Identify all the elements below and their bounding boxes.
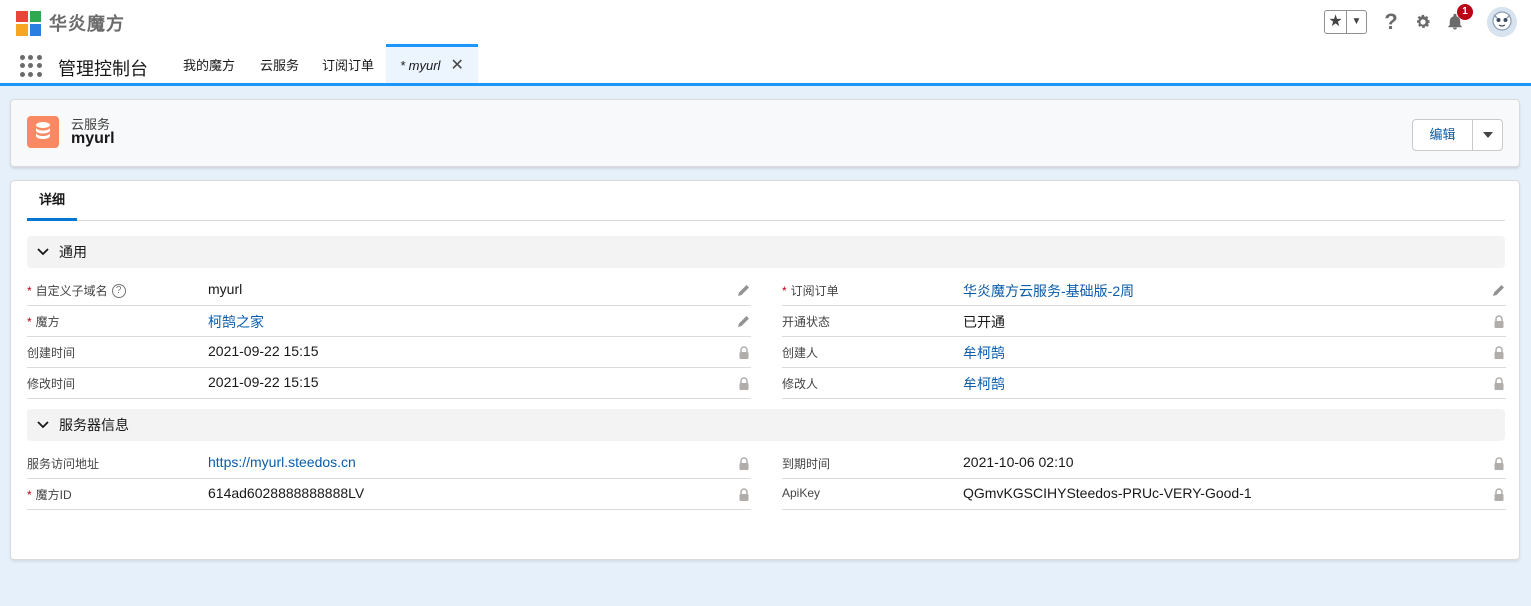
- logo-mark: [16, 10, 41, 36]
- tab-cloud-service[interactable]: 云服务: [260, 44, 299, 83]
- tab-detail[interactable]: 详细: [27, 181, 78, 221]
- field-label-text: 魔方ID: [35, 488, 72, 502]
- field-label: 创建时间: [27, 346, 76, 360]
- required-marker: *: [782, 283, 787, 298]
- avatar[interactable]: [1487, 7, 1517, 37]
- field-label: ApiKey: [782, 486, 821, 500]
- bell-icon[interactable]: 1: [1445, 4, 1473, 34]
- record-header: 云服务 myurl 编辑: [10, 99, 1520, 167]
- field-label: 修改人: [782, 377, 819, 391]
- field-value-link[interactable]: 牟柯鹄: [963, 343, 1005, 363]
- lock-icon: [1492, 487, 1506, 501]
- star-icon[interactable]: ★: [1325, 11, 1347, 33]
- section-general-header[interactable]: 通用: [27, 236, 1505, 268]
- help-icon[interactable]: ?: [1381, 9, 1401, 34]
- field-label: * 自定义子域名?: [27, 282, 126, 299]
- field-service-url: 服务访问地址 https://myurl.steedos.cn: [27, 448, 751, 479]
- field-value: QGmvKGSCIHYSteedos-PRUc-VERY-Good-1: [963, 485, 1252, 501]
- help-icon[interactable]: ?: [111, 283, 126, 298]
- field-apikey: ApiKey QGmvKGSCIHYSteedos-PRUc-VERY-Good…: [782, 479, 1506, 510]
- nav-bar: 管理控制台 我的魔方 云服务 订阅订单 * myurl ✕: [0, 44, 1531, 86]
- field-value-link[interactable]: 华炎魔方云服务-基础版-2周: [963, 281, 1134, 301]
- field-created-by: 创建人 牟柯鹄: [782, 337, 1506, 368]
- database-icon: [27, 116, 59, 148]
- chevron-down-icon[interactable]: ▼: [1347, 11, 1366, 33]
- field-value: 2021-10-06 02:10: [963, 454, 1074, 470]
- chevron-down-icon: [1482, 132, 1493, 138]
- field-label-text: 订阅订单: [790, 284, 839, 298]
- lock-icon: [1492, 376, 1506, 390]
- field-value-link[interactable]: 牟柯鹄: [963, 374, 1005, 394]
- field-value: 2021-09-22 15:15: [208, 374, 319, 390]
- field-label: * 魔方ID: [27, 486, 72, 503]
- section-server-header[interactable]: 服务器信息: [27, 409, 1505, 441]
- field-value: 已开通: [963, 314, 1005, 330]
- lock-icon: [737, 487, 751, 501]
- field-subscription-order: * 订阅订单 华炎魔方云服务-基础版-2周: [782, 275, 1506, 306]
- lock-icon: [737, 376, 751, 390]
- record-actions: 编辑: [1412, 119, 1503, 151]
- brand-name: 华炎魔方: [49, 14, 125, 34]
- tab-myurl-label: * myurl: [400, 58, 441, 73]
- field-value-link[interactable]: https://myurl.steedos.cn: [208, 454, 356, 470]
- field-label: 到期时间: [782, 457, 831, 471]
- tab-my-space[interactable]: 我的魔方: [183, 44, 235, 83]
- field-value: 614ad6028888888888LV: [208, 485, 365, 501]
- field-subdomain: * 自定义子域名? myurl: [27, 275, 751, 306]
- brand-logo[interactable]: 华炎魔方: [16, 10, 125, 36]
- gear-icon[interactable]: [1413, 10, 1433, 34]
- app-name: 管理控制台: [58, 59, 148, 79]
- field-value: myurl: [208, 281, 243, 297]
- pencil-icon[interactable]: [737, 283, 751, 297]
- field-space-id: * 魔方ID 614ad6028888888888LV: [27, 479, 751, 510]
- lock-icon: [737, 345, 751, 359]
- field-label: 服务访问地址: [27, 457, 100, 471]
- field-status: 开通状态 已开通: [782, 306, 1506, 337]
- field-label-text: 自定义子域名: [35, 284, 108, 298]
- section-title: 服务器信息: [59, 417, 129, 433]
- field-value: 2021-09-22 15:15: [208, 343, 319, 359]
- section-title: 通用: [59, 244, 87, 260]
- field-label: * 魔方: [27, 313, 60, 330]
- lock-icon: [1492, 314, 1506, 328]
- field-label: * 订阅订单: [782, 282, 839, 299]
- lock-icon: [1492, 456, 1506, 470]
- app-launcher-icon[interactable]: [20, 55, 42, 77]
- lock-icon: [1492, 345, 1506, 359]
- more-actions-button[interactable]: [1473, 120, 1502, 150]
- chevron-down-icon: [27, 421, 59, 429]
- record-name: myurl: [71, 130, 115, 147]
- field-label: 开通状态: [782, 315, 831, 329]
- close-icon[interactable]: ✕: [450, 57, 463, 74]
- field-label: 创建人: [782, 346, 819, 360]
- tab-myurl[interactable]: * myurl ✕: [386, 44, 478, 83]
- required-marker: *: [27, 314, 32, 329]
- field-created: 创建时间 2021-09-22 15:15: [27, 337, 751, 368]
- global-header: 华炎魔方 ★ ▼ ? 1: [0, 0, 1531, 44]
- favorites-button-group[interactable]: ★ ▼: [1324, 10, 1367, 34]
- lock-icon: [737, 456, 751, 470]
- detail-tabs: 详细: [27, 181, 1505, 221]
- pencil-icon[interactable]: [1492, 283, 1506, 297]
- edit-button[interactable]: 编辑: [1413, 120, 1473, 150]
- required-marker: *: [27, 283, 32, 298]
- tab-subscription-orders[interactable]: 订阅订单: [322, 44, 374, 83]
- notification-badge: 1: [1457, 4, 1473, 20]
- chevron-down-icon: [27, 248, 59, 256]
- field-value-link[interactable]: 柯鹄之家: [208, 312, 264, 332]
- field-label: 修改时间: [27, 377, 76, 391]
- header-actions: ★ ▼ ? 1: [1324, 4, 1517, 38]
- field-space: * 魔方 柯鹄之家: [27, 306, 751, 337]
- pencil-icon[interactable]: [737, 314, 751, 328]
- detail-card: 详细 通用 * 自定义子域名? myurl * 魔方 柯鹄之家 创建时间 2021-…: [10, 180, 1520, 560]
- field-expiry: 到期时间 2021-10-06 02:10: [782, 448, 1506, 479]
- field-modified: 修改时间 2021-09-22 15:15: [27, 368, 751, 399]
- field-label-text: 魔方: [35, 315, 60, 329]
- field-modified-by: 修改人 牟柯鹄: [782, 368, 1506, 399]
- required-marker: *: [27, 487, 32, 502]
